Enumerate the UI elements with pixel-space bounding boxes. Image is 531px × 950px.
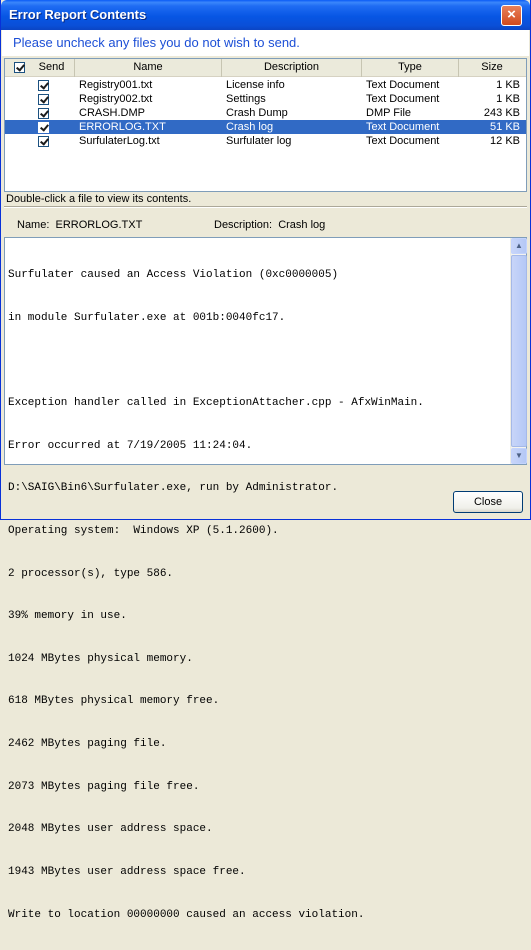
file-type: DMP File (366, 107, 412, 119)
error-report-dialog: Error Report Contents × Please uncheck a… (0, 0, 531, 921)
selected-file-description: Description: Crash log (214, 219, 325, 231)
file-type: Text Document (366, 135, 440, 147)
send-checkbox[interactable] (38, 79, 49, 91)
selected-file-name: Name: ERRORLOG.TXT (17, 219, 142, 231)
log-line: Exception handler called in ExceptionAtt… (8, 397, 424, 410)
log-line: in module Surfulater.exe at 001b:0040fc1… (8, 312, 286, 325)
column-header-description[interactable]: Description (222, 59, 362, 77)
log-line: 2462 MBytes paging file. (8, 738, 167, 751)
log-line: Operating system: Windows XP (5.1.2600). (8, 525, 279, 538)
file-description: Surfulater log (226, 135, 292, 147)
file-row[interactable]: SurfulaterLog.txt Surfulater log Text Do… (5, 134, 526, 148)
log-line: 1024 MBytes physical memory. (8, 652, 193, 665)
log-line: 1943 MBytes user address space free. (8, 865, 246, 878)
select-all-checkbox[interactable] (14, 62, 25, 73)
log-line: 2048 MBytes user address space. (8, 823, 213, 836)
file-description: Crash Dump (226, 107, 288, 119)
list-header: Send Name Description Type Size (5, 59, 526, 77)
name-label: Name: (17, 219, 50, 231)
file-size: 51 KB (490, 121, 520, 133)
file-description: Settings (226, 93, 266, 105)
file-row[interactable]: Registry002.txt Settings Text Document 1… (5, 92, 526, 106)
scroll-up-icon[interactable]: ▲ (511, 238, 527, 254)
name-value: ERRORLOG.TXT (55, 219, 143, 231)
column-header-send[interactable]: Send (5, 59, 75, 77)
log-line: 618 MBytes physical memory free. (8, 695, 220, 708)
log-line: 2 processor(s), type 586. (8, 567, 174, 580)
instruction-panel: Please uncheck any files you do not wish… (2, 30, 529, 56)
file-contents-view[interactable]: Surfulater caused an Access Violation (0… (4, 237, 527, 921)
scroll-thumb[interactable] (511, 255, 527, 447)
log-line: 39% memory in use. (8, 610, 127, 623)
title-bar[interactable]: Error Report Contents × (1, 0, 530, 30)
close-button[interactable]: Close (453, 491, 523, 513)
file-name: Registry001.txt (79, 79, 153, 91)
hint-text: Double-click a file to view its contents… (6, 193, 192, 205)
column-description-label: Description (263, 61, 320, 73)
column-size-label: Size (481, 61, 503, 73)
file-name: Registry002.txt (79, 93, 153, 105)
send-checkbox[interactable] (38, 135, 49, 147)
file-description: Crash log (226, 121, 274, 133)
file-name: SurfulaterLog.txt (79, 135, 160, 147)
instruction-text: Please uncheck any files you do not wish… (13, 35, 300, 50)
file-type: Text Document (366, 79, 440, 91)
divider (4, 206, 527, 208)
column-type-label: Type (398, 61, 422, 73)
description-label: Description: (214, 219, 273, 231)
window-title: Error Report Contents (9, 7, 147, 22)
log-line: Error occurred at 7/19/2005 11:24:04. (8, 439, 253, 452)
file-row[interactable]: CRASH.DMP Crash Dump DMP File 243 KB (5, 106, 526, 120)
log-text[interactable]: Surfulater caused an Access Violation (0… (8, 240, 508, 950)
log-line: Write to location 00000000 caused an acc… (8, 908, 365, 921)
column-header-type[interactable]: Type (362, 59, 459, 77)
log-line: D:\SAIG\Bin6\Surfulater.exe, run by Admi… (8, 482, 339, 495)
file-list[interactable]: Send Name Description Type Size Registry… (4, 58, 527, 192)
vertical-scrollbar[interactable]: ▲ ▼ (510, 238, 527, 464)
file-row-selected[interactable]: ERRORLOG.TXT Crash log Text Document 51 … (5, 120, 526, 134)
column-header-name[interactable]: Name (75, 59, 222, 77)
send-checkbox[interactable] (38, 121, 49, 133)
column-header-size[interactable]: Size (459, 59, 525, 77)
send-checkbox[interactable] (38, 107, 49, 119)
log-line: 2073 MBytes paging file free. (8, 780, 200, 793)
file-name: ERRORLOG.TXT (79, 121, 166, 133)
file-size: 243 KB (483, 107, 520, 119)
file-type: Text Document (366, 93, 440, 105)
scroll-down-icon[interactable]: ▼ (511, 448, 527, 464)
file-size: 1 KB (496, 79, 520, 91)
file-row[interactable]: Registry001.txt License info Text Docume… (5, 78, 526, 92)
file-name: CRASH.DMP (79, 107, 146, 119)
file-size: 12 KB (490, 135, 520, 147)
title-close-button[interactable]: × (501, 5, 522, 26)
file-size: 1 KB (496, 93, 520, 105)
log-line: Surfulater caused an Access Violation (0… (8, 269, 339, 282)
file-description: License info (226, 79, 285, 91)
send-checkbox[interactable] (38, 93, 49, 105)
file-type: Text Document (366, 121, 440, 133)
column-send-label: Send (38, 61, 65, 73)
description-value: Crash log (278, 219, 326, 231)
column-name-label: Name (133, 61, 163, 73)
